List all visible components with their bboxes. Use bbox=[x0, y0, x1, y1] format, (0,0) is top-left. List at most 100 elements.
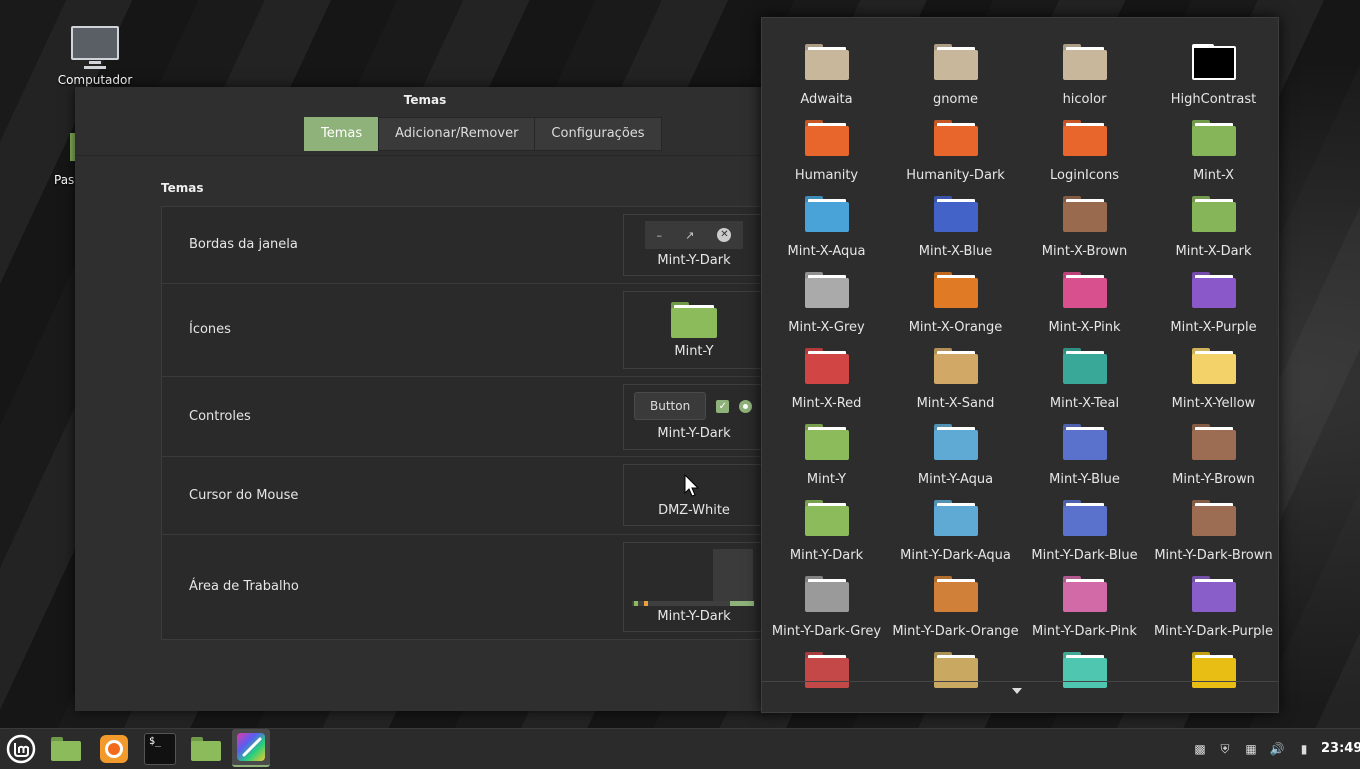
icon-theme-option[interactable]: Mint-X-Aqua bbox=[762, 182, 891, 259]
folder-icon bbox=[933, 120, 978, 156]
tab-settings[interactable]: Configurações bbox=[534, 117, 662, 151]
icon-theme-option[interactable]: Mint-Y-Dark-Brown bbox=[1149, 486, 1278, 563]
shield-icon[interactable]: ⛨ bbox=[1217, 741, 1233, 757]
icon-theme-label: Mint-Y-Dark bbox=[789, 548, 864, 563]
folder-icon bbox=[933, 576, 978, 612]
icon-theme-label: Mint-X-Purple bbox=[1170, 320, 1257, 335]
icon-theme-option[interactable]: hicolor bbox=[1020, 30, 1149, 107]
icon-theme-option[interactable] bbox=[1020, 638, 1149, 712]
icon-theme-label: Mint-X-Dark bbox=[1175, 244, 1252, 259]
icon-theme-option[interactable]: Mint-X-Red bbox=[762, 334, 891, 411]
icon-theme-label: Mint-Y-Dark-Grey bbox=[771, 624, 882, 639]
icon-theme-option[interactable]: Humanity-Dark bbox=[891, 106, 1020, 183]
icon-theme-option[interactable]: Mint-X bbox=[1149, 106, 1278, 183]
icon-theme-option[interactable]: Adwaita bbox=[762, 30, 891, 107]
icon-theme-label: Mint-Y-Dark-Brown bbox=[1154, 548, 1273, 563]
icon-theme-option[interactable] bbox=[891, 638, 1020, 712]
window-title: Temas bbox=[403, 93, 447, 107]
folder-icon bbox=[671, 302, 717, 338]
desktop-icon-folder[interactable]: Pas bbox=[36, 133, 76, 187]
icon-theme-label: Mint-X-Yellow bbox=[1171, 396, 1256, 411]
folder-icon bbox=[1062, 272, 1107, 308]
icon-theme-option[interactable]: gnome bbox=[891, 30, 1020, 107]
icon-theme-option[interactable]: Mint-X-Orange bbox=[891, 258, 1020, 335]
folder-icon bbox=[1191, 652, 1236, 688]
taskbar-themes-button[interactable] bbox=[232, 729, 270, 767]
terminal-icon: $_ bbox=[149, 736, 162, 747]
taskbar: $_ ▩ ⛨ ▦ 🔊 ▮ 23:49 bbox=[0, 728, 1360, 769]
row-window-borders: Bordas da janela – ↗ ✕ Mint-Y-Dark bbox=[162, 207, 782, 284]
icon-theme-label: Mint-Y-Blue bbox=[1049, 472, 1120, 487]
icon-theme-option[interactable]: Mint-X-Grey bbox=[762, 258, 891, 335]
folder-icon bbox=[1191, 576, 1236, 612]
icon-theme-label: Humanity bbox=[794, 168, 859, 183]
themes-window: Temas Temas Adicionar/Remover Configuraç… bbox=[75, 87, 783, 711]
folder-icon bbox=[804, 500, 849, 536]
desktop-preview-thumbnail bbox=[624, 543, 764, 609]
icon-theme-option[interactable]: Humanity bbox=[762, 106, 891, 183]
folder-icon bbox=[1062, 652, 1107, 688]
row-label: Ícones bbox=[189, 322, 231, 337]
icon-theme-label: Mint-X bbox=[1192, 168, 1235, 183]
desktop-chooser[interactable]: Mint-Y-Dark bbox=[623, 542, 765, 632]
icon-theme-option[interactable]: Mint-X-Blue bbox=[891, 182, 1020, 259]
popup-divider bbox=[762, 681, 1278, 682]
icon-theme-option[interactable]: Mint-Y-Dark-Blue bbox=[1020, 486, 1149, 563]
icon-theme-popup: Adwaita gnome hicolor HighContrast Humanity H… bbox=[761, 17, 1279, 713]
folder-icon bbox=[804, 348, 849, 384]
tab-themes[interactable]: Temas bbox=[304, 117, 380, 151]
icon-theme-option[interactable]: Mint-Y bbox=[762, 410, 891, 487]
window-borders-chooser[interactable]: – ↗ ✕ Mint-Y-Dark bbox=[623, 214, 765, 276]
controls-chooser[interactable]: Button ✓ Mint-Y-Dark bbox=[623, 384, 765, 450]
icon-theme-option[interactable]: Mint-Y-Dark-Aqua bbox=[891, 486, 1020, 563]
folder-icon bbox=[191, 737, 221, 761]
icon-theme-option[interactable]: HighContrast bbox=[1149, 30, 1278, 107]
icon-theme-label: Humanity-Dark bbox=[906, 168, 1005, 183]
icon-theme-option[interactable]: LoginIcons bbox=[1020, 106, 1149, 183]
icon-theme-option[interactable] bbox=[762, 638, 891, 712]
icon-theme-option[interactable]: Mint-Y-Aqua bbox=[891, 410, 1020, 487]
linux-mint-logo-icon bbox=[6, 734, 36, 764]
tab-add-remove[interactable]: Adicionar/Remover bbox=[378, 117, 536, 151]
window-borders-value: Mint-Y-Dark bbox=[657, 253, 731, 268]
icon-theme-option[interactable]: Mint-X-Brown bbox=[1020, 182, 1149, 259]
volume-icon[interactable]: 🔊 bbox=[1269, 741, 1285, 757]
taskbar-files-button[interactable] bbox=[50, 733, 82, 765]
taskbar-folder-button[interactable] bbox=[190, 733, 222, 765]
icon-theme-option[interactable]: Mint-Y-Dark-Orange bbox=[891, 562, 1020, 639]
icon-theme-option[interactable]: Mint-Y-Dark-Purple bbox=[1149, 562, 1278, 639]
icon-theme-option[interactable]: Mint-X-Teal bbox=[1020, 334, 1149, 411]
icon-theme-option[interactable]: Mint-X-Purple bbox=[1149, 258, 1278, 335]
menu-button[interactable] bbox=[5, 733, 37, 765]
icons-chooser[interactable]: Mint-Y bbox=[623, 291, 765, 369]
folder-icon bbox=[1191, 500, 1236, 536]
icon-theme-option[interactable]: Mint-Y-Dark bbox=[762, 486, 891, 563]
clipboard-icon[interactable]: ▩ bbox=[1192, 741, 1208, 757]
icon-theme-option[interactable]: Mint-Y-Dark-Grey bbox=[762, 562, 891, 639]
icon-theme-label: Mint-X-Orange bbox=[908, 320, 1003, 335]
row-label: Cursor do Mouse bbox=[189, 488, 299, 503]
taskbar-firefox-button[interactable] bbox=[98, 733, 130, 765]
desktop-icon-computer[interactable]: Computador bbox=[50, 26, 140, 87]
row-label: Bordas da janela bbox=[189, 237, 298, 252]
icon-theme-option[interactable]: Mint-Y-Dark-Pink bbox=[1020, 562, 1149, 639]
folder-icon bbox=[804, 120, 849, 156]
icon-theme-option[interactable]: Mint-X-Sand bbox=[891, 334, 1020, 411]
icon-theme-option[interactable]: Mint-X-Dark bbox=[1149, 182, 1278, 259]
icon-theme-option[interactable]: Mint-Y-Brown bbox=[1149, 410, 1278, 487]
icon-theme-option[interactable]: Mint-X-Yellow bbox=[1149, 334, 1278, 411]
row-label: Área de Trabalho bbox=[189, 579, 299, 594]
battery-icon[interactable]: ▮ bbox=[1296, 741, 1312, 757]
taskbar-terminal-button[interactable]: $_ bbox=[144, 733, 176, 765]
mouse-cursor-icon bbox=[684, 474, 700, 497]
icon-theme-option[interactable]: Mint-X-Pink bbox=[1020, 258, 1149, 335]
icon-theme-option[interactable] bbox=[1149, 638, 1278, 712]
scroll-down-arrow-icon[interactable] bbox=[1012, 688, 1022, 694]
icon-theme-label: Mint-Y-Dark-Purple bbox=[1154, 624, 1273, 639]
folder-icon bbox=[804, 424, 849, 460]
tab-bar: Temas Adicionar/Remover Configurações bbox=[304, 117, 662, 151]
network-icon[interactable]: ▦ bbox=[1243, 741, 1259, 757]
icon-theme-option[interactable]: Mint-Y-Blue bbox=[1020, 410, 1149, 487]
firefox-icon bbox=[100, 735, 128, 763]
clock[interactable]: 23:49 bbox=[1321, 729, 1360, 769]
